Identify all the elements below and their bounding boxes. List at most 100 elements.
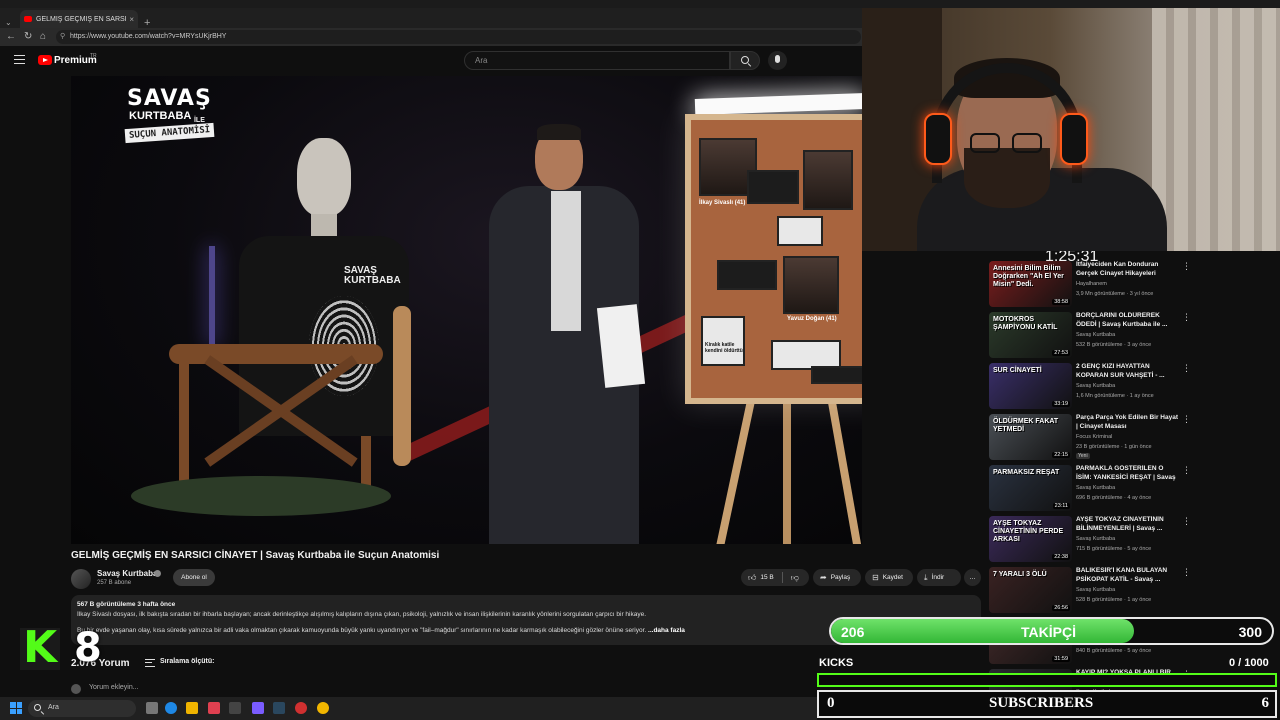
recommended-video[interactable]: 7 YARALI 3 ÖLÜ 26:56 BALIKESİR'İ KANA BULA… [989,567,1189,615]
save-button[interactable]: ⊟ Kaydet [865,569,913,586]
thumbnail-caption: SUR CİNAYETİ [993,367,1042,374]
chair-seat [131,476,391,516]
file-explorer-icon[interactable] [186,702,198,714]
user-avatar [71,684,81,694]
victim-name-label: İlkay Sivaslı (41) [699,200,746,206]
video-meta: 532 B görüntüleme · 3 ay önce [1076,342,1152,348]
youtube-masthead: Premium TR Ara [0,46,862,76]
video-thumbnail[interactable]: PARMAKSIZ REŞAT 23:11 [989,465,1072,511]
steam-icon[interactable] [273,702,285,714]
more-options-icon[interactable]: ⋮ [1182,363,1189,374]
recommended-video[interactable]: ÖLDÜRMEK FAKAT YETMEDİ 22:15 Parça Parça Y… [989,414,1189,462]
video-player[interactable]: SAVAŞ KURTBABA İLE SUÇUN ANATOMİSİ SAVAŞ… [71,76,862,544]
video-meta: 696 B görüntüleme · 4 ay önce [1076,495,1152,501]
board-card: Kiralık katile kendini öldürttü [701,316,745,366]
sort-button[interactable]: Sıralama ölçütü: [160,658,214,665]
like-dislike-group: 👍︎ 15 B 👎︎ [741,569,809,586]
studio-light [209,246,215,346]
video-thumbnail[interactable]: AYŞE TOKYAZ CİNAYETİNİN PERDE ARKASI 22:3… [989,516,1072,562]
channel-name[interactable]: Savaş Kurtbaba [97,569,157,578]
recommended-video[interactable]: Annesini Bilim Bilim Doğrarken "Ah El Ye… [989,261,1189,309]
share-label: Paylaş [830,574,851,581]
home-icon[interactable]: ⌂ [40,31,46,42]
recommended-video[interactable]: MOTOKROS ŞAMPİYONU KATİL 27:53 BORÇLARINI … [989,312,1189,360]
channel-avatar[interactable] [71,569,91,589]
tab-close-icon[interactable]: × [129,15,134,24]
verified-icon [154,570,161,577]
mannequin-head [297,138,351,216]
more-options-icon[interactable]: ⋮ [1182,567,1189,578]
youtube-favicon-icon [24,16,32,22]
window-top-bar [0,0,1280,8]
channel-name[interactable]: Focus Kriminal [1076,434,1112,440]
sort-icon[interactable] [145,659,155,667]
app-icon[interactable] [229,702,241,714]
channel-name[interactable]: Savaş Kurtbaba [1076,383,1115,389]
video-meta: 840 B görüntüleme · 5 ay önce [1076,648,1152,654]
recommended-video[interactable]: AYŞE TOKYAZ CİNAYETİNİN PERDE ARKASI 22:3… [989,516,1189,564]
site-info-icon[interactable]: ⚲ [60,32,65,40]
discord-icon[interactable] [252,702,264,714]
country-code: TR [90,53,97,59]
add-comment-input[interactable]: Yorum ekleyin... [89,684,139,691]
windows-start-icon[interactable] [10,702,22,714]
board-card [777,216,823,246]
dislike-icon[interactable]: 👎︎ [791,573,799,583]
board-note [811,366,862,384]
url-field[interactable]: ⚲ https://www.youtube.com/watch?v=MRYsUK… [56,30,861,44]
video-thumbnail[interactable]: 7 YARALI 3 ÖLÜ 26:56 [989,567,1072,613]
back-icon[interactable]: ← [6,31,16,42]
kicks-value: 0 / 1000 [1229,657,1269,669]
more-options-icon[interactable]: ⋮ [1182,516,1189,527]
thumbnail-caption: 7 YARALI 3 ÖLÜ [993,571,1047,578]
search-button[interactable] [730,51,760,70]
recommended-video[interactable]: PARMAKSIZ REŞAT 23:11 PARMAKLA GÖSTERİLEN … [989,465,1189,513]
channel-name[interactable]: Savaş Kurtbaba [1076,587,1115,593]
youtube-logo-icon[interactable] [38,55,52,65]
evidence-board: İlkay Sivaslı (41) Yavuz Doğan (41) Kira… [685,114,862,404]
tab-youtube[interactable]: GELMİŞ GEÇMİŞ EN SARSICI CİNAYET × [20,10,138,28]
follower-goal-fill [831,619,1134,643]
recommended-video[interactable]: SUR CİNAYETİ 33:19 2 GENÇ KIZI HAYATTAN KO… [989,363,1189,411]
search-input[interactable]: Ara [464,51,730,70]
video-duration: 38:58 [1052,299,1070,305]
more-options-icon[interactable]: ⋮ [1182,414,1189,425]
share-button[interactable]: ➦ Paylaş [813,569,861,586]
video-thumbnail[interactable]: MOTOKROS ŞAMPİYONU KATİL 27:53 [989,312,1072,358]
like-count[interactable]: 15 B [760,574,773,581]
channel-name[interactable]: Hayalhanem [1076,281,1107,287]
edge-icon[interactable] [165,702,177,714]
description-stats: 567 B görüntüleme 3 hafta önce [77,601,176,608]
show-logo-line2: KURTBABA İLE [129,110,205,124]
task-view-icon[interactable] [146,702,158,714]
more-options-icon[interactable]: ⋮ [1182,261,1189,272]
suspect-photo [803,150,853,210]
follower-count: 206 [841,624,865,640]
channel-name[interactable]: Savaş Kurtbaba [1076,485,1115,491]
channel-name[interactable]: Savaş Kurtbaba [1076,536,1115,542]
menu-icon[interactable] [14,55,25,64]
obs-icon[interactable] [295,702,307,714]
video-title: BALIKESİR'İ KANA BULAYAN PSİKOPAT KATİL … [1076,567,1168,583]
taskbar-search[interactable]: Ara [28,700,136,717]
more-options-icon[interactable]: ⋮ [1182,465,1189,476]
voice-search-icon[interactable] [768,51,787,70]
more-options-icon[interactable]: ⋮ [1182,312,1189,323]
video-thumbnail[interactable]: Annesini Bilim Bilim Doğrarken "Ah El Ye… [989,261,1072,307]
subscribe-button[interactable]: Abone ol [173,569,215,586]
video-thumbnail[interactable]: ÖLDÜRMEK FAKAT YETMEDİ 22:15 [989,414,1072,460]
app-icon[interactable] [208,702,220,714]
download-button[interactable]: ⤓ İndir [917,569,961,586]
tab-list-icon[interactable]: ⌄ [5,18,12,27]
tshirt-print: SAVAŞ KURTBABA [344,265,401,286]
windows-taskbar: Ara [0,697,817,720]
recommended-list: 1:25:31 Annesini Bilim Bilim Doğrarken "A… [989,251,1189,720]
show-more-link[interactable]: ...daha fazla [648,627,685,634]
more-actions-button[interactable]: … [964,569,981,586]
channel-name[interactable]: Savaş Kurtbaba [1076,332,1115,338]
video-thumbnail[interactable]: SUR CİNAYETİ 33:19 [989,363,1072,409]
new-badge: Yeni [1076,453,1090,459]
like-icon[interactable]: 👍︎ [748,573,756,583]
chrome-icon[interactable] [317,702,329,714]
reload-icon[interactable]: ↻ [24,31,32,42]
